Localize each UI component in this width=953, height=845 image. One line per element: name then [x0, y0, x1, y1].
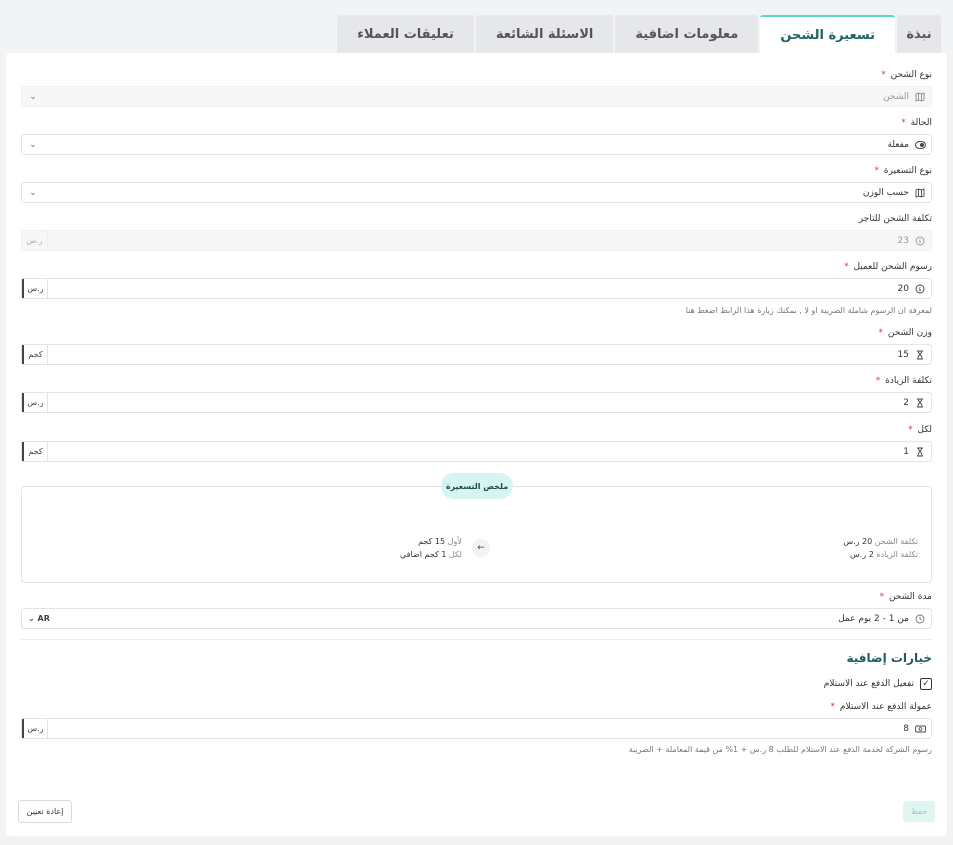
cod-checkbox-row[interactable]: ✓ تفعيل الدفع عند الاستلام	[824, 678, 932, 690]
unit-suffix: كجم	[22, 442, 48, 461]
duration-select[interactable]: من 1 - 2 يوم عمل AR ⌄	[21, 608, 932, 629]
currency-suffix: ر.س	[22, 279, 48, 298]
cod-commission-input[interactable]: 8 ر.س	[21, 718, 932, 739]
tab-shipping-pricing[interactable]: تسعيرة الشحن	[760, 15, 895, 53]
customer-fee-label: رسوم الشحن للعميل *	[844, 262, 932, 272]
summary-weights: لأول 15 كجم لكل 1 كجم اضافي	[400, 537, 462, 559]
cod-commission-field: عمولة الدفع عند الاستلام * 8 ر.س	[21, 701, 932, 739]
map-icon	[909, 91, 931, 102]
unit-suffix: كجم	[22, 345, 48, 364]
weight-input[interactable]: 15 كجم	[21, 344, 932, 365]
svg-text:$: $	[918, 239, 921, 245]
cod-fee-hint: رسوم الشركة لخدمة الدفع عند الاستلام للط…	[628, 745, 932, 754]
tab-additional-info[interactable]: معلومات اضافية	[615, 15, 759, 53]
merchant-cost-field: تكلفة الشحن للتاجر $ 23 ر.س	[21, 213, 932, 251]
duration-field: مدة الشحن * من 1 - 2 يوم عمل AR ⌄	[21, 591, 932, 629]
reset-button[interactable]: إعادة تعيين	[18, 800, 72, 823]
toggle-icon	[909, 140, 931, 149]
pricing-summary: ملخص التسعيرة تكلفة الشحن 20 ر.س تكلفة ا…	[21, 473, 932, 583]
status-select[interactable]: مفعلة ⌄	[21, 134, 932, 155]
pricing-type-label: نوع التسعيرة *	[874, 166, 933, 176]
duration-label: مدة الشحن *	[879, 592, 932, 602]
per-input[interactable]: 1 كجم	[21, 441, 932, 462]
tab-customer-reviews[interactable]: تعليقات العملاء	[337, 15, 474, 53]
weight-label: وزن الشحن *	[878, 328, 932, 338]
summary-costs: تكلفة الشحن 20 ر.س تكلفة الزيادة 2 ر.س	[843, 537, 918, 559]
coin-icon: $	[909, 236, 931, 246]
chevron-down-icon: ⌄	[28, 614, 35, 623]
cod-checkbox-label: تفعيل الدفع عند الاستلام	[823, 679, 914, 689]
coin-icon: $	[909, 284, 931, 294]
pricing-type-select[interactable]: حسب الوزن ⌄	[21, 182, 932, 203]
customer-fee-input[interactable]: $ 20 ر.س	[21, 278, 932, 299]
section-divider	[21, 639, 932, 640]
tax-hint[interactable]: لمعرفة ان الرسوم شاملة الضريبة او لا , ب…	[686, 306, 932, 315]
shipping-type-field: نوع الشحن * الشحن ⌄	[21, 69, 932, 107]
tab-faq[interactable]: الاسئلة الشائعة	[475, 15, 614, 53]
tab-overview[interactable]: نبذة	[897, 15, 941, 53]
arrow-left-icon: ←	[472, 539, 490, 557]
merchant-cost-input[interactable]: $ 23 ر.س	[21, 230, 932, 251]
per-field: لكل * 1 كجم	[21, 424, 932, 462]
weight-icon	[909, 447, 931, 457]
money-icon	[909, 724, 931, 734]
currency-suffix: ر.س	[22, 719, 48, 738]
extra-cost-input[interactable]: 2 ر.س	[21, 392, 932, 413]
shipping-pricing-panel: نوع الشحن * الشحن ⌄ الحالة * مفعلة ⌄ نوع…	[6, 53, 947, 836]
extra-cost-label: تكلفة الزيادة *	[875, 376, 932, 386]
chevron-down-icon: ⌄	[29, 139, 37, 150]
weight-icon	[909, 398, 931, 408]
per-label: لكل *	[908, 425, 932, 435]
extra-cost-field: تكلفة الزيادة * 2 ر.س	[21, 375, 932, 413]
merchant-cost-label: تكلفة الشحن للتاجر	[858, 214, 932, 224]
clock-icon	[909, 614, 931, 624]
currency-suffix: ر.س	[22, 231, 48, 250]
status-label: الحالة *	[901, 118, 932, 128]
weight-icon	[909, 350, 931, 360]
extra-options-title: خيارات إضافية	[846, 651, 932, 665]
shipping-type-select[interactable]: الشحن ⌄	[21, 86, 932, 107]
shipping-type-label: نوع الشحن *	[881, 70, 932, 80]
pricing-type-field: نوع التسعيرة * حسب الوزن ⌄	[21, 165, 932, 203]
status-field: الحالة * مفعلة ⌄	[21, 117, 932, 155]
chevron-down-icon: ⌄	[29, 187, 37, 198]
customer-fee-field: رسوم الشحن للعميل * $ 20 ر.س	[21, 261, 932, 299]
cod-commission-label: عمولة الدفع عند الاستلام *	[830, 702, 932, 712]
pricing-summary-badge: ملخص التسعيرة	[441, 473, 513, 499]
svg-text:$: $	[918, 287, 921, 293]
map-icon	[909, 187, 931, 198]
chevron-down-icon: ⌄	[29, 91, 37, 102]
tab-bar: نبذة تسعيرة الشحن معلومات اضافية الاسئلة…	[337, 15, 941, 53]
language-selector[interactable]: AR ⌄	[22, 614, 52, 623]
cod-checkbox[interactable]: ✓	[920, 678, 932, 690]
currency-suffix: ر.س	[22, 393, 48, 412]
save-button[interactable]: حفظ	[903, 801, 935, 822]
weight-field: وزن الشحن * 15 كجم	[21, 327, 932, 365]
